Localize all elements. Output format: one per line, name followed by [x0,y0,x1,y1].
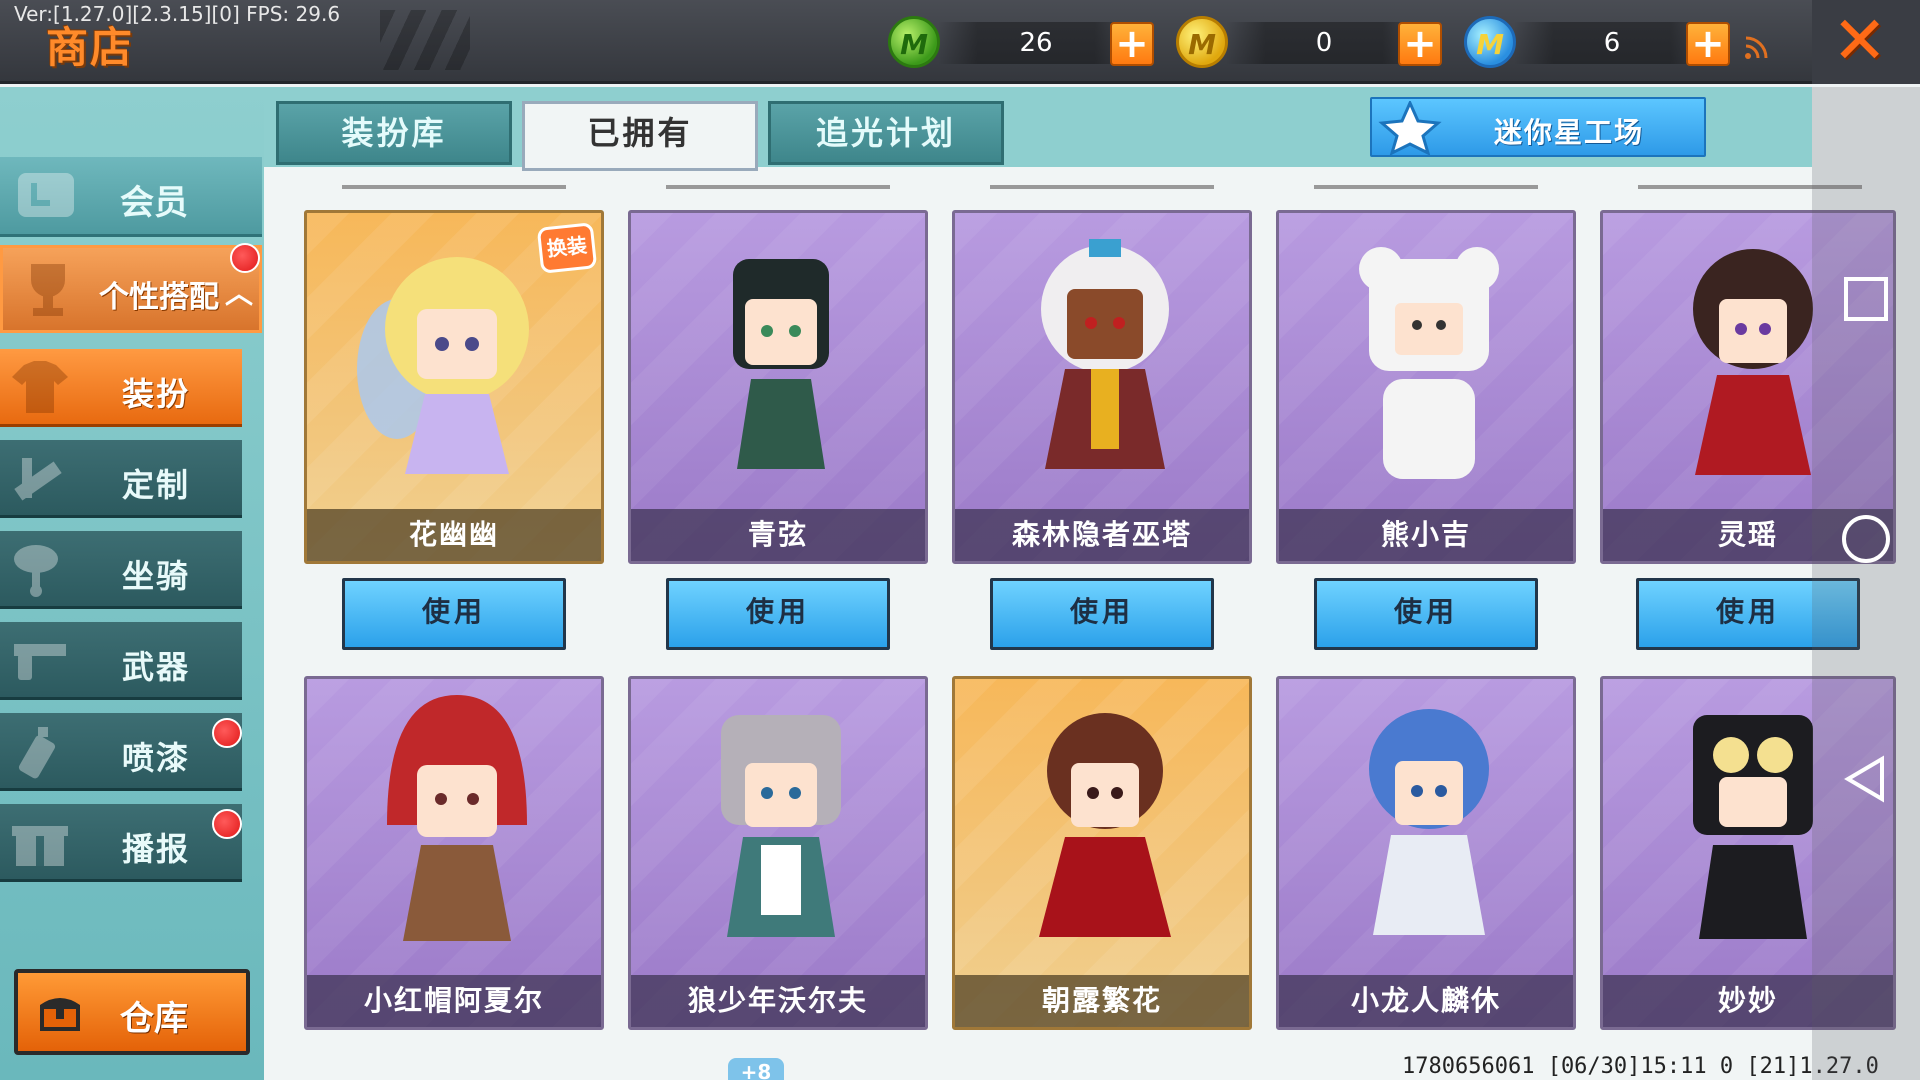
character-figure-icon [357,257,529,474]
outfit-card[interactable]: 小红帽阿夏尔 [304,676,604,1030]
tab-outfit-library[interactable]: 装扮库 [276,101,512,165]
close-panel: ✕ [1812,0,1920,84]
notification-dot [230,243,260,273]
debug-version-text: Ver:[1.27.0][2.3.15][0] FPS: 29.6 [14,2,341,26]
shirt-icon [12,361,68,413]
add-gold-currency-button[interactable]: + [1398,22,1442,66]
sidebar-item-broadcast[interactable]: 播报 [0,804,242,882]
close-icon[interactable]: ✕ [1832,8,1887,74]
add-green-currency-button[interactable]: + [1110,22,1154,66]
outfit-name: 熊小吉 [1279,509,1573,561]
gun-icon [14,644,66,680]
chest-icon [40,998,80,1031]
currency-green-amount: 26 [938,22,1134,64]
footer-info-text: 1780656061 [06/30]15:11 0 [21]1.27.0 [1402,1054,1879,1079]
outfit-name: 花幽幽 [307,509,601,561]
sidebar-item-outfit[interactable]: 装扮 [0,349,242,427]
outfit-name: 小红帽阿夏尔 [307,975,601,1027]
sidebar-item-weapon[interactable]: 武器 [0,622,242,700]
outfit-card[interactable]: 朝露繁花 [952,676,1252,1030]
character-figure-icon [733,259,829,469]
character-figure-icon [721,715,841,937]
gift-box-icon [12,826,68,866]
outfit-card[interactable]: 森林隐者巫塔 [952,210,1252,564]
green-m-coin-icon: M [888,16,940,68]
currency-gold: M 0 + [1174,16,1454,72]
add-blue-currency-button[interactable]: + [1686,22,1730,66]
studio-button-label: 迷你星工场 [1494,116,1645,149]
outfit-card[interactable]: 青弦 [628,210,928,564]
outfit-name: 青弦 [631,509,925,561]
sidebar-item-label: 定制 [122,466,191,504]
character-figure-icon [1369,709,1489,935]
warehouse-label: 仓库 [120,999,188,1039]
recent-apps-icon[interactable] [1840,273,1892,325]
use-button[interactable]: 使用 [1314,578,1538,650]
notification-dot [212,809,242,839]
currency-green: M 26 + [888,16,1168,72]
sidebar: 会员 个性搭配 ︿ 装扮 定制 坐骑 武器 喷漆 播报 仓库 [0,87,264,1080]
sidebar-item-label: 个性搭配 [99,280,219,315]
pencil-ruler-icon [14,458,62,501]
tab-owned[interactable]: 已拥有 [522,101,758,171]
character-figure-icon [1039,713,1171,937]
sidebar-item-label: 武器 [122,648,191,686]
outfit-name: 朝露繁花 [955,975,1249,1027]
character-figure-icon [387,695,527,941]
character-figure-icon [1041,239,1169,469]
outfit-card[interactable]: 小龙人麟休 [1276,676,1576,1030]
outfit-card[interactable]: 换装 花幽幽 [304,210,604,564]
signal-icon [1745,36,1768,59]
page-indicator-tab: +8 [728,1058,784,1080]
outfit-name: 森林隐者巫塔 [955,509,1249,561]
sidebar-item-spray[interactable]: 喷漆 [0,713,242,791]
saddle-icon [14,545,58,597]
spray-can-icon [18,727,56,779]
blue-m-coin-icon: M [1464,16,1516,68]
outfit-name: 狼少年沃尔夫 [631,975,925,1027]
star-icon [1378,101,1442,155]
notification-dot [212,718,242,748]
sidebar-item-personal[interactable]: 个性搭配 ︿ [0,245,262,333]
currency-blue: M 6 + [1462,16,1742,72]
outfit-name: 小龙人麟休 [1279,975,1573,1027]
character-figure-icon [1359,247,1499,479]
decorative-stripes [380,10,470,70]
divider [666,185,890,189]
currency-gold-amount: 0 [1226,22,1422,64]
sidebar-item-label: 播报 [122,830,191,868]
top-bar: 商店 Ver:[1.27.0][2.3.15][0] FPS: 29.6 M 2… [0,0,1920,84]
back-icon[interactable] [1840,753,1892,805]
sidebar-item-customize[interactable]: 定制 [0,440,242,518]
sidebar-item-label: 装扮 [122,375,191,413]
warehouse-button[interactable]: 仓库 [14,969,250,1055]
member-card-icon [18,173,74,217]
sidebar-item-label: 喷漆 [122,739,191,777]
use-button[interactable]: 使用 [990,578,1214,650]
tab-chase-light-plan[interactable]: 追光计划 [768,101,1004,165]
outfit-card[interactable]: 狼少年沃尔夫 [628,676,928,1030]
use-button[interactable]: 使用 [342,578,566,650]
divider [990,185,1214,189]
home-icon[interactable] [1840,513,1892,565]
outfit-card[interactable]: 熊小吉 [1276,210,1576,564]
gold-m-coin-icon: M [1176,16,1228,68]
divider [342,185,566,189]
mini-star-studio-button[interactable]: 迷你星工场 [1370,97,1706,157]
trophy-icon [31,264,65,316]
sidebar-item-member[interactable]: 会员 [0,157,262,237]
sidebar-item-label: 会员 [120,183,188,223]
sidebar-item-mount[interactable]: 坐骑 [0,531,242,609]
sidebar-item-label: 坐骑 [122,557,191,595]
swap-outfit-badge: 换装 [536,222,598,274]
currency-blue-amount: 6 [1514,22,1710,64]
chevron-up-icon: ︿ [225,277,254,310]
divider [1314,185,1538,189]
use-button[interactable]: 使用 [666,578,890,650]
system-nav-bar [1812,87,1920,1080]
